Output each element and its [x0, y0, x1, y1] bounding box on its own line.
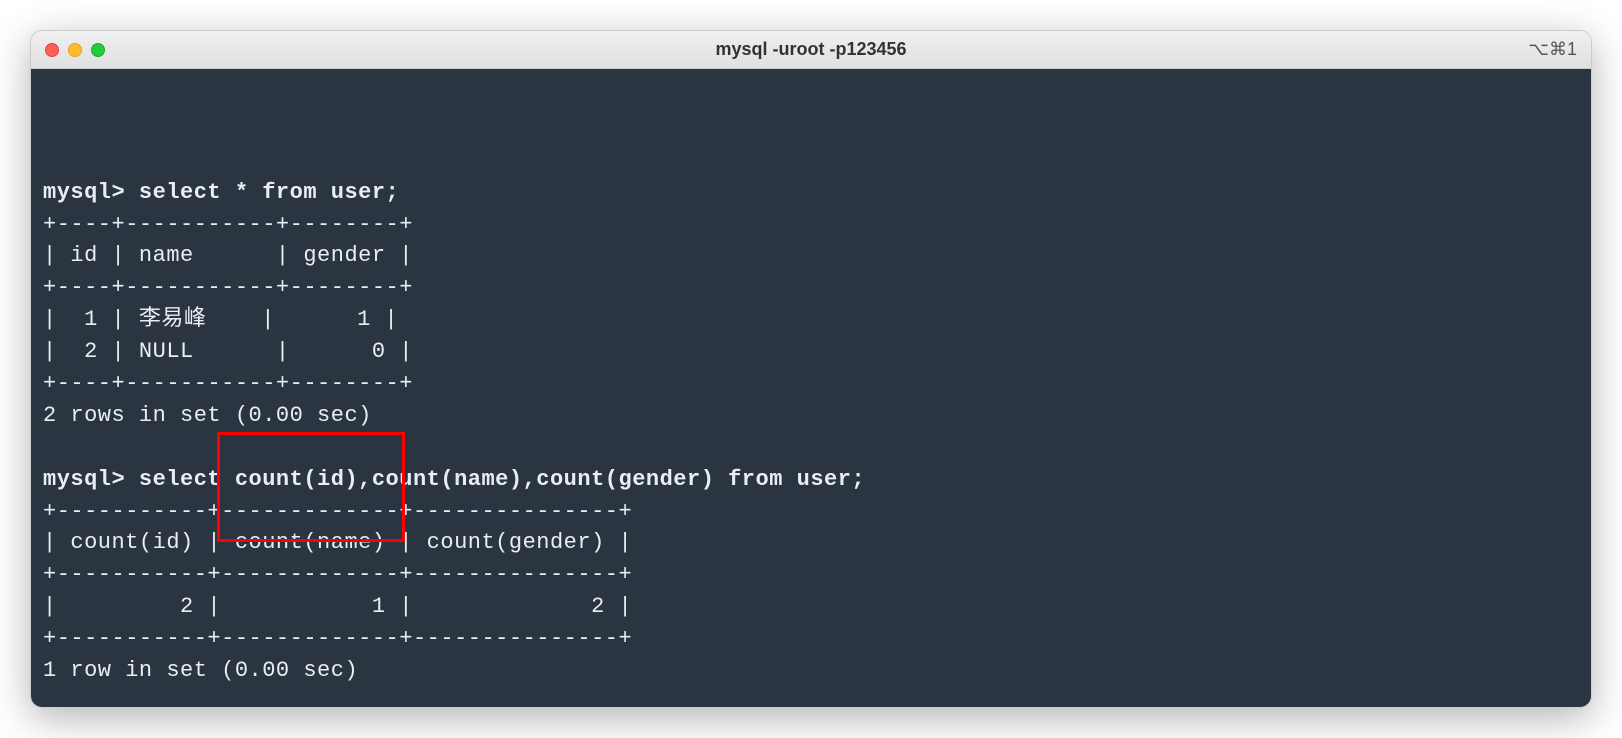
terminal-line: 2 rows in set (0.00 sec)	[43, 400, 1579, 432]
window-title: mysql -uroot -p123456	[715, 39, 906, 60]
terminal-line: +-----------+-------------+-------------…	[43, 559, 1579, 591]
terminal-line: +----+-----------+--------+	[43, 272, 1579, 304]
terminal-line	[43, 432, 1579, 464]
window-shortcut: ⌥⌘1	[1528, 39, 1577, 60]
terminal-line: 1 row in set (0.00 sec)	[43, 655, 1579, 687]
terminal-line: +-----------+-------------+-------------…	[43, 623, 1579, 655]
terminal-line: | 1 | 李易峰 | 1 |	[43, 304, 1579, 336]
terminal-line: mysql> select count(id),count(name),coun…	[43, 464, 1579, 496]
terminal-line: +-----------+-------------+-------------…	[43, 496, 1579, 528]
close-icon[interactable]	[45, 43, 59, 57]
terminal-line: +----+-----------+--------+	[43, 209, 1579, 241]
terminal-line: | id | name | gender |	[43, 240, 1579, 272]
terminal-line: +----+-----------+--------+	[43, 368, 1579, 400]
titlebar: mysql -uroot -p123456 ⌥⌘1	[31, 31, 1591, 69]
terminal-line: | 2 | NULL | 0 |	[43, 336, 1579, 368]
terminal-window: mysql -uroot -p123456 ⌥⌘1 mysql> select …	[30, 30, 1592, 708]
traffic-lights	[45, 43, 105, 57]
terminal-body[interactable]: mysql> select * from user;+----+--------…	[31, 69, 1591, 707]
terminal-line: | 2 | 1 | 2 |	[43, 591, 1579, 623]
terminal-line: | count(id) | count(name) | count(gender…	[43, 527, 1579, 559]
minimize-icon[interactable]	[68, 43, 82, 57]
maximize-icon[interactable]	[91, 43, 105, 57]
terminal-line: mysql> select * from user;	[43, 177, 1579, 209]
